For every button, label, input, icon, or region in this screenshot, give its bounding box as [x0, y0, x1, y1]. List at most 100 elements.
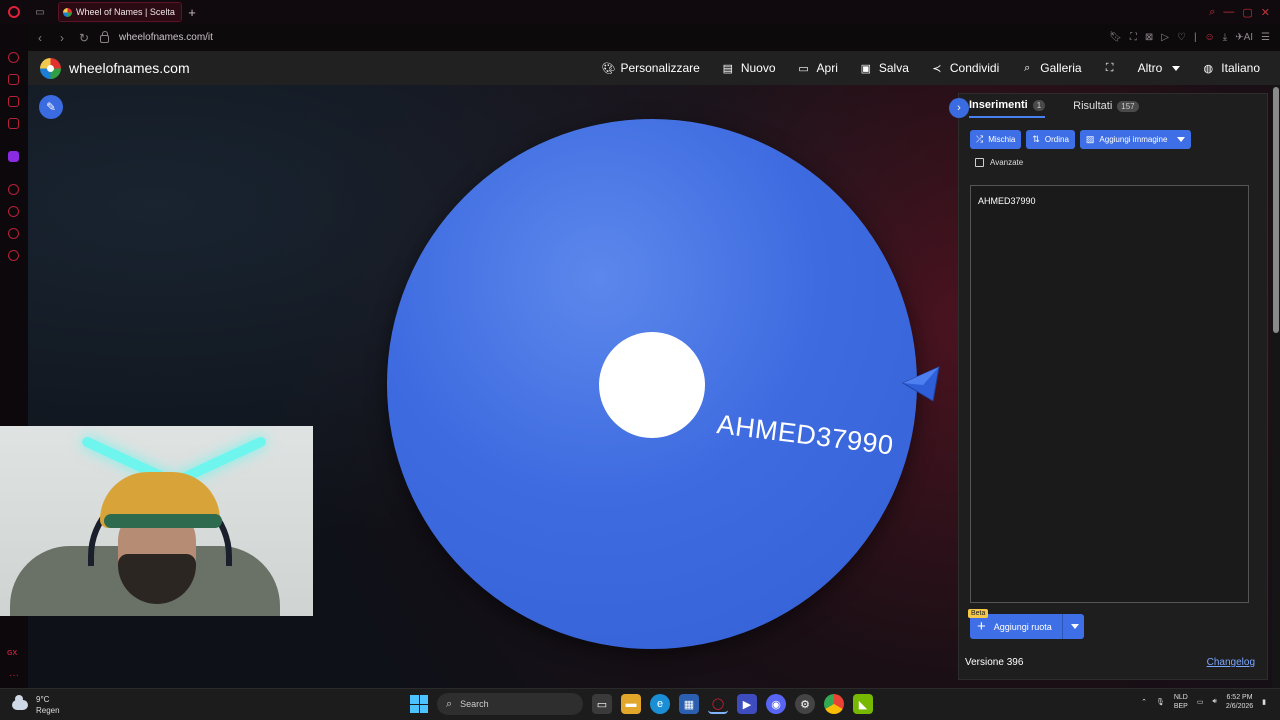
- screen: ▭ Wheel of Names | Scelta c + ⌕ — ▢ ✕ ‹ …: [0, 0, 1280, 720]
- chevron-down-icon: [1070, 624, 1079, 629]
- opera-gx-taskbar-icon[interactable]: ◯: [708, 694, 728, 714]
- twitch-icon[interactable]: [8, 151, 19, 162]
- windows-start-icon[interactable]: [410, 695, 428, 713]
- sort-button[interactable]: ⇅ Ordina: [1026, 130, 1075, 149]
- wheel-center-hub[interactable]: [599, 332, 705, 438]
- search-tabs-icon[interactable]: ⌕: [1209, 6, 1215, 19]
- wheel[interactable]: AHMED37990: [387, 119, 917, 649]
- cloud-rain-icon: [12, 695, 28, 710]
- mail-icon[interactable]: [8, 118, 19, 129]
- tab-entries[interactable]: Inserimenti 1: [969, 99, 1046, 118]
- taskbar-search[interactable]: ⌕ Search: [437, 693, 583, 715]
- notifications-icon[interactable]: ▮: [1262, 698, 1266, 706]
- settings-gear-icon[interactable]: [8, 250, 19, 261]
- address-bar: ‹ › ↻ wheelofnames.com/it 🔖︎ ⛶ ⊠ ▷ ♡ | ☺…: [28, 24, 1280, 51]
- discord-icon[interactable]: ◉: [766, 694, 786, 714]
- chevron-up-icon[interactable]: ⌃: [1141, 698, 1147, 706]
- weather-widget[interactable]: 9°C Regen: [12, 694, 60, 716]
- task-view-icon[interactable]: ▭: [592, 694, 612, 714]
- clock[interactable]: 6:52 PM 2/6/2026: [1226, 693, 1253, 711]
- aria-ai-button[interactable]: ✈AI: [1235, 32, 1253, 43]
- opera-gx-logo-icon[interactable]: [0, 0, 28, 24]
- bookmark-icon[interactable]: 🔖︎: [1109, 32, 1122, 43]
- chrome-icon[interactable]: [824, 694, 844, 714]
- advanced-checkbox[interactable]: [975, 158, 984, 167]
- lock-icon[interactable]: [100, 31, 109, 43]
- cap-brim: [104, 514, 222, 528]
- add-image-button[interactable]: ▨ Aggiungi immagine: [1079, 130, 1192, 149]
- entry-line: AHMED37990: [978, 196, 1036, 206]
- menu-more[interactable]: Altro: [1138, 61, 1181, 75]
- globe-icon: ◍: [1203, 62, 1214, 75]
- browser-tab-active[interactable]: Wheel of Names | Scelta c: [58, 2, 182, 22]
- media-player-icon[interactable]: ▶: [737, 694, 757, 714]
- menu-gallery[interactable]: ⌕ Galleria: [1021, 61, 1081, 75]
- nvidia-icon[interactable]: ◣: [853, 694, 873, 714]
- button-label: Aggiungi immagine: [1099, 135, 1168, 144]
- menu-share[interactable]: ≺ Condividi: [931, 61, 999, 75]
- back-button[interactable]: ‹: [34, 31, 46, 45]
- steam-icon[interactable]: ⚙: [795, 694, 815, 714]
- menu-open[interactable]: ▭ Apri: [798, 61, 838, 75]
- menu-save[interactable]: ▣ Salva: [860, 61, 909, 75]
- taskbar-apps: ⌕ Search ▭ ▬ e ▦ ◯ ▶ ◉ ⚙ ◣: [410, 693, 873, 715]
- heart-icon[interactable]: ♡: [1177, 32, 1186, 43]
- advanced-toggle[interactable]: Avanzate: [975, 158, 1023, 167]
- edit-pencil-button[interactable]: ✎: [39, 95, 63, 119]
- maximize-button[interactable]: ▢: [1242, 6, 1252, 19]
- menu-new[interactable]: ▤ Nuovo: [722, 61, 776, 75]
- network-icon[interactable]: ▭: [1197, 698, 1204, 706]
- menu-fullscreen[interactable]: ⛶: [1104, 62, 1116, 75]
- history-icon[interactable]: [8, 206, 19, 217]
- minimize-button[interactable]: —: [1223, 6, 1234, 18]
- file-explorer-icon[interactable]: ▬: [621, 694, 641, 714]
- collapse-panel-button[interactable]: ›: [949, 98, 969, 118]
- messenger-icon[interactable]: [8, 96, 19, 107]
- more-dots-icon[interactable]: ···: [9, 670, 19, 681]
- shuffle-button[interactable]: ⤮ Mischia: [970, 130, 1022, 149]
- easy-setup-icon[interactable]: ☰: [1261, 32, 1270, 43]
- changelog-link[interactable]: Changelog: [1207, 657, 1255, 668]
- scrollbar-thumb[interactable]: [1273, 87, 1279, 333]
- menu-customize[interactable]: 🎨︎ Personalizzare: [601, 61, 699, 75]
- store-icon[interactable]: ▦: [679, 694, 699, 714]
- lang-bottom: BEP: [1173, 703, 1188, 710]
- forward-button[interactable]: ›: [56, 31, 68, 45]
- gx-store-icon[interactable]: [8, 74, 19, 85]
- pencil-icon: ✎: [45, 100, 57, 114]
- snapshot-icon[interactable]: ⛶: [1130, 32, 1137, 43]
- menu-language[interactable]: ◍ Italiano: [1202, 61, 1260, 75]
- player-sidebar-icon[interactable]: [8, 184, 19, 195]
- button-label: Mischia: [988, 135, 1016, 144]
- entries-panel: › Inserimenti 1 Risultati 157 ⤮ Mischia ⇅…: [949, 93, 1268, 680]
- url-field[interactable]: wheelofnames.com/it: [119, 32, 213, 43]
- tab-label: Inserimenti: [969, 99, 1028, 111]
- brand-name: wheelofnames.com: [69, 60, 190, 76]
- brand[interactable]: wheelofnames.com: [40, 57, 190, 79]
- gx-corner-icon[interactable]: GX: [7, 650, 17, 657]
- player-icon[interactable]: ▷: [1161, 32, 1169, 43]
- button-label: Ordina: [1044, 135, 1069, 144]
- reload-icon[interactable]: ↻: [78, 31, 90, 45]
- input-language[interactable]: NLD BEP: [1174, 693, 1188, 711]
- tab-results[interactable]: Risultati 157: [1073, 99, 1139, 118]
- profile-icon[interactable]: ☺: [1205, 32, 1215, 43]
- windows-taskbar: 9°C Regen ⌕ Search ▭ ▬ e ▦ ◯ ▶ ◉ ⚙ ◣ ⌃ 🎙…: [0, 688, 1280, 720]
- volume-icon[interactable]: 🔊︎: [1212, 698, 1216, 706]
- entries-textarea[interactable]: AHMED37990: [970, 185, 1249, 603]
- wheel-logo-icon: [40, 57, 61, 79]
- microphone-icon[interactable]: 🎙︎: [1156, 698, 1165, 706]
- add-wheel-dropdown[interactable]: [1061, 614, 1084, 639]
- tab-islands-icon[interactable]: ▭: [28, 0, 52, 24]
- download-icon[interactable]: ⤓: [1223, 32, 1227, 43]
- new-tab-button[interactable]: +: [182, 5, 202, 20]
- close-window-button[interactable]: ✕: [1261, 6, 1270, 19]
- adblock-icon[interactable]: ⊠: [1145, 32, 1153, 43]
- edge-icon[interactable]: e: [650, 694, 670, 714]
- wheel-pointer-icon: [901, 366, 940, 402]
- gx-control-icon[interactable]: [8, 52, 19, 63]
- wheel-favicon-icon: [63, 7, 72, 17]
- page-scrollbar[interactable]: [1272, 85, 1280, 688]
- speed-dial-icon[interactable]: [8, 228, 19, 239]
- tab-label: Risultati: [1073, 100, 1113, 112]
